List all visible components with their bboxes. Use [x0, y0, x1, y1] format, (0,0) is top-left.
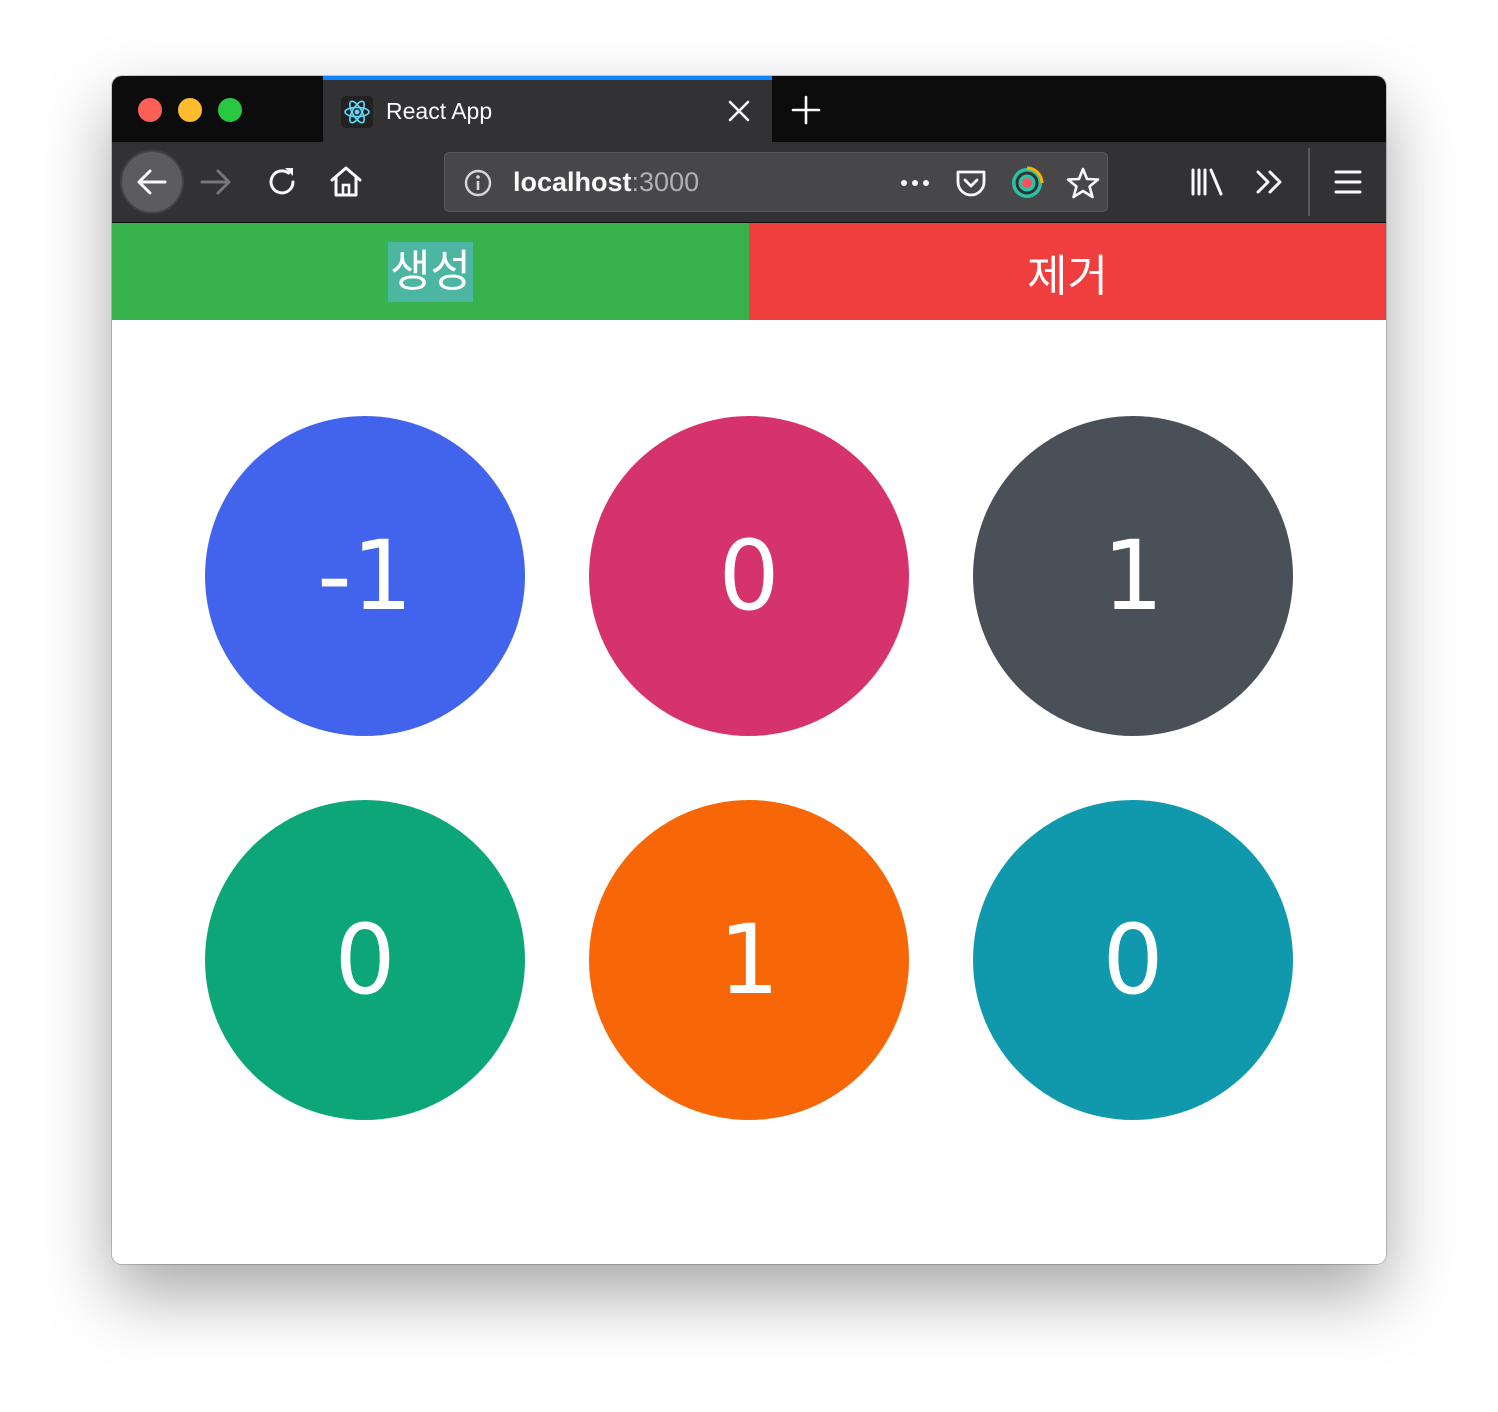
counter-circle[interactable]: 0 — [589, 416, 909, 736]
forward-icon[interactable] — [198, 164, 234, 200]
counter-circle[interactable]: 0 — [973, 800, 1293, 1120]
counter-circle[interactable]: 1 — [589, 800, 909, 1120]
browser-window: React App localhost:3000 생성 제거 -1 0 1 0 … — [112, 76, 1386, 1264]
reload-icon[interactable] — [264, 164, 300, 200]
info-icon[interactable] — [463, 168, 493, 198]
overflow-icon[interactable] — [1252, 164, 1288, 200]
counter-circle[interactable]: 1 — [973, 416, 1293, 736]
new-tab-icon[interactable] — [790, 94, 822, 126]
url-host: localhost — [513, 167, 632, 197]
library-icon[interactable] — [1188, 164, 1228, 200]
star-icon[interactable] — [1065, 165, 1101, 201]
url-text[interactable]: localhost:3000 — [513, 167, 699, 198]
circle-grid: -1 0 1 0 1 0 — [112, 223, 1386, 1264]
url-port: :3000 — [631, 167, 700, 197]
tab-strip: React App — [112, 76, 1386, 142]
pocket-icon[interactable] — [953, 165, 989, 201]
back-button[interactable] — [120, 150, 184, 214]
window-minimize-button[interactable] — [178, 98, 202, 122]
toolbar-separator — [1308, 148, 1310, 216]
address-bar[interactable]: localhost:3000 — [444, 152, 1108, 212]
close-tab-icon[interactable] — [726, 98, 752, 124]
menu-icon[interactable] — [1330, 164, 1366, 200]
tab-title: React App — [386, 98, 493, 124]
back-icon — [137, 169, 167, 195]
more-icon[interactable] — [897, 165, 933, 201]
counter-circle[interactable]: 0 — [205, 800, 525, 1120]
counter-circle[interactable]: -1 — [205, 416, 525, 736]
page-content: 생성 제거 -1 0 1 0 1 0 — [112, 223, 1386, 1264]
window-close-button[interactable] — [138, 98, 162, 122]
home-icon[interactable] — [328, 163, 364, 199]
react-icon — [341, 96, 373, 128]
url-actions — [897, 165, 1100, 201]
extension-icon[interactable] — [1009, 165, 1045, 201]
navigation-bar: localhost:3000 — [112, 142, 1386, 223]
window-maximize-button[interactable] — [218, 98, 242, 122]
tab-react-app[interactable]: React App — [323, 76, 772, 142]
